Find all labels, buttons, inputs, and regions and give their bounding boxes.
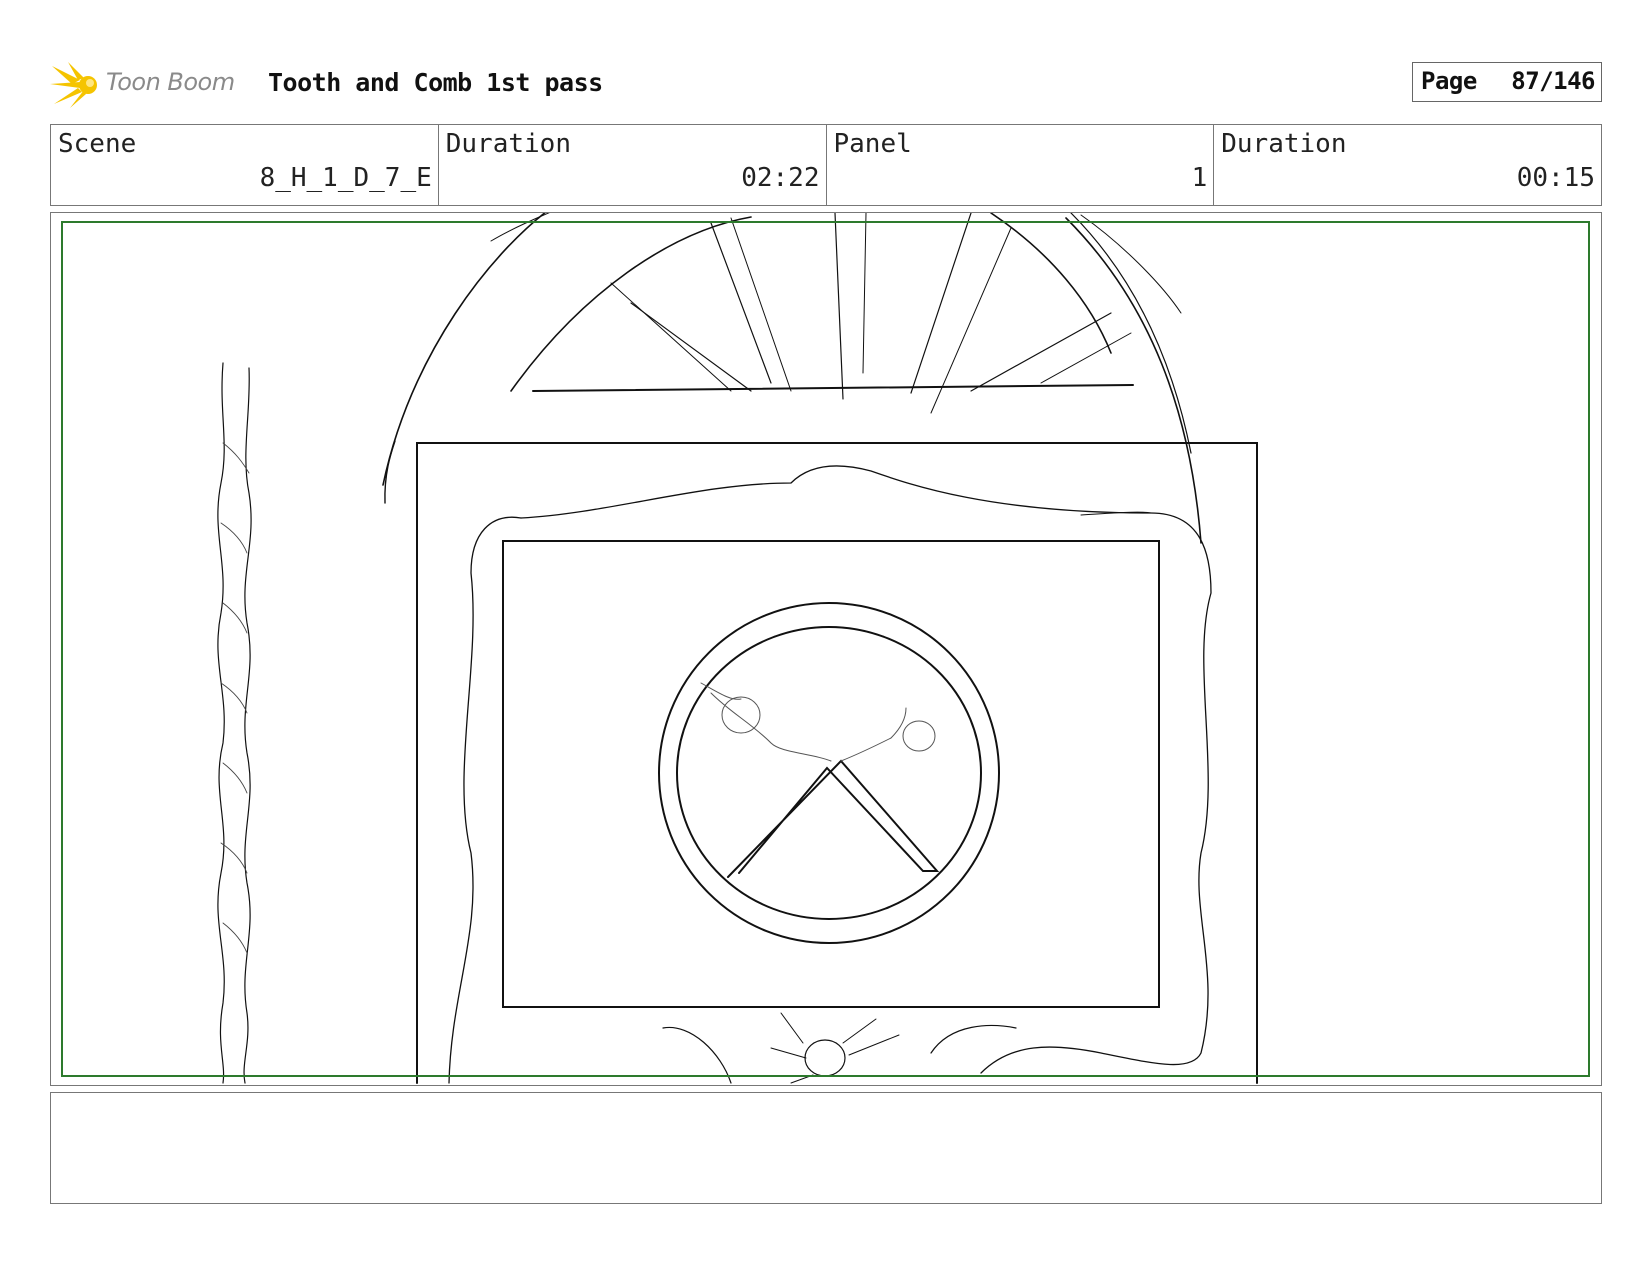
page-number: 87/146	[1511, 67, 1595, 95]
scene-duration-label: Duration	[445, 129, 571, 159]
toon-boom-logo: Toon Boom	[50, 58, 250, 110]
panel-duration-value: 00:15	[1516, 163, 1595, 193]
panel-value: 1	[1191, 163, 1208, 193]
panel-cell: Panel 1	[827, 125, 1215, 205]
document-title: Tooth and Comb 1st pass	[268, 68, 603, 97]
toon-boom-logo-icon	[50, 62, 97, 108]
scene-value: 8_H_1_D_7_E	[259, 163, 432, 193]
scene-label: Scene	[58, 129, 137, 159]
panel-notes	[50, 1092, 1602, 1204]
scene-duration-cell: Duration 02:22	[439, 125, 827, 205]
panel-duration-label: Duration	[1221, 129, 1347, 159]
scene-info-row: Scene 8_H_1_D_7_E Duration 02:22 Panel 1…	[50, 124, 1602, 206]
logo-text: Toon Boom	[106, 68, 235, 96]
scene-cell: Scene 8_H_1_D_7_E	[51, 125, 439, 205]
page-header: Toon Boom Tooth and Comb 1st pass Page 8…	[50, 58, 1602, 110]
panel-duration-cell: Duration 00:15	[1214, 125, 1601, 205]
panel-label: Panel	[833, 129, 912, 159]
page-label: Page	[1421, 67, 1477, 95]
page-indicator: Page 87/146	[1412, 62, 1602, 102]
scene-duration-value: 02:22	[741, 163, 820, 193]
storyboard-panel	[50, 212, 1602, 1086]
safe-area-frame	[61, 221, 1590, 1077]
